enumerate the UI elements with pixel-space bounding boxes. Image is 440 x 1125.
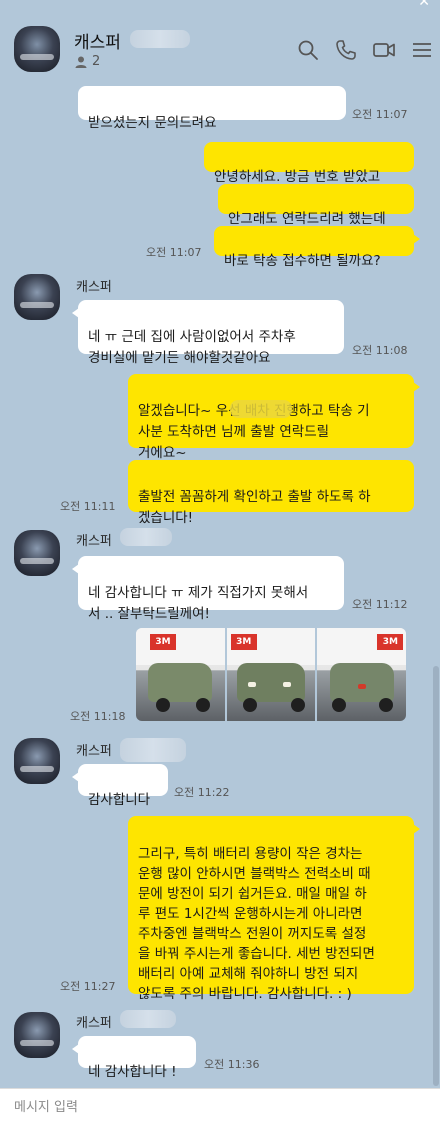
outgoing-message[interactable]: 안녕하세요. 방금 번호 받았고 [204, 142, 414, 185]
sender-name: 캐스퍼 [76, 1016, 112, 1031]
sender-avatar[interactable] [14, 738, 60, 784]
message-input-bar [0, 1088, 440, 1125]
redacted-name [230, 400, 292, 418]
message-text: 안녕하세요. 방금 번호 받았고 [214, 169, 381, 185]
message-time: 오전 11:18 [70, 710, 126, 723]
message-text: 바로 탁송 접수하면 될까요? [224, 253, 381, 269]
message-text: 출발전 꼼꼼하게 확인하고 출발 하도록 하 겠습니다! [138, 489, 371, 526]
outgoing-message[interactable]: 안그래도 연락드리려 했는데 [218, 184, 414, 227]
photo-sign: 3M [230, 634, 257, 650]
scrollbar-thumb[interactable] [433, 666, 439, 1086]
redacted-name [120, 738, 186, 762]
message-time: 오전 11:22 [174, 786, 230, 799]
outgoing-message[interactable]: 그리구, 특히 배터리 용량이 작은 경차는 운행 많이 안하시면 블랙박스 전… [128, 816, 420, 1002]
message-time: 오전 11:36 [204, 1058, 260, 1071]
car-photo[interactable]: 3M [317, 628, 406, 721]
sender-name: 캐스퍼 [76, 280, 112, 295]
photo-sign: 3M [377, 634, 404, 650]
redacted-name [120, 1010, 176, 1028]
photo-attachment-group[interactable]: 3M 3M 3M [136, 628, 406, 721]
sender-avatar[interactable] [14, 530, 60, 576]
car-photo[interactable]: 3M [226, 628, 316, 721]
photo-sign: 3M [150, 634, 176, 650]
message-text: 그리구, 특히 배터리 용량이 작은 경차는 운행 많이 안하시면 블랙박스 전… [138, 846, 375, 1002]
message-time: 오전 11:08 [352, 344, 408, 357]
sender-name: 캐스퍼 [76, 534, 112, 549]
phone-icon[interactable] [334, 38, 358, 62]
outgoing-message[interactable]: 출발전 꼼꼼하게 확인하고 출발 하도록 하 겠습니다! [128, 460, 414, 526]
sender-avatar[interactable] [14, 1012, 60, 1058]
message-text: 받으셨는지 문의드려요 [88, 115, 217, 131]
sender-name: 캐스퍼 [76, 744, 112, 759]
incoming-message[interactable]: 감사합니다 [72, 764, 168, 808]
incoming-message[interactable]: 받으셨는지 문의드려요 [78, 86, 346, 131]
close-icon[interactable]: ✕ [418, 0, 430, 10]
redacted-name [120, 528, 172, 546]
message-time: 오전 11:12 [352, 598, 408, 611]
video-call-icon[interactable] [372, 38, 396, 62]
chat-title: 캐스퍼 [74, 33, 121, 53]
message-input[interactable] [0, 1089, 440, 1125]
message-text: 네 감사합니다 ! [88, 1064, 177, 1080]
message-text: 네 ㅠ 근데 집에 사람이없어서 주차후 경비실에 맡기든 해야할것같아요 [88, 329, 296, 366]
message-text: 감사합니다 [88, 792, 151, 808]
chat-header: ✕ 캐스퍼 2 [0, 0, 440, 88]
profile-avatar[interactable] [14, 26, 60, 72]
message-time: 오전 11:07 [146, 246, 202, 259]
person-icon [75, 56, 87, 68]
menu-icon[interactable] [410, 38, 434, 62]
incoming-message[interactable]: 네 감사합니다 ㅠ 제가 직접가지 못해서 서 .. 잘부탁드릴께여! [72, 556, 344, 622]
message-text: 네 감사합니다 ㅠ 제가 직접가지 못해서 서 .. 잘부탁드릴께여! [88, 585, 309, 622]
redacted-name [130, 30, 190, 48]
message-time: 오전 11:11 [60, 500, 116, 513]
message-text: 안그래도 연락드리려 했는데 [228, 211, 386, 227]
chat-scrollbar[interactable] [432, 96, 440, 1086]
sender-avatar[interactable] [14, 274, 60, 320]
message-time: 오전 11:07 [352, 108, 408, 121]
incoming-message[interactable]: 네 ㅠ 근데 집에 사람이없어서 주차후 경비실에 맡기든 해야할것같아요 [72, 300, 344, 366]
member-count-value: 2 [92, 54, 101, 69]
search-icon[interactable] [296, 38, 320, 62]
car-photo[interactable]: 3M [136, 628, 225, 721]
incoming-message[interactable]: 네 감사합니다 ! [72, 1036, 196, 1080]
message-time: 오전 11:27 [60, 980, 116, 993]
member-count[interactable]: 2 [74, 54, 100, 69]
outgoing-message[interactable]: 바로 탁송 접수하면 될까요? [214, 226, 420, 269]
